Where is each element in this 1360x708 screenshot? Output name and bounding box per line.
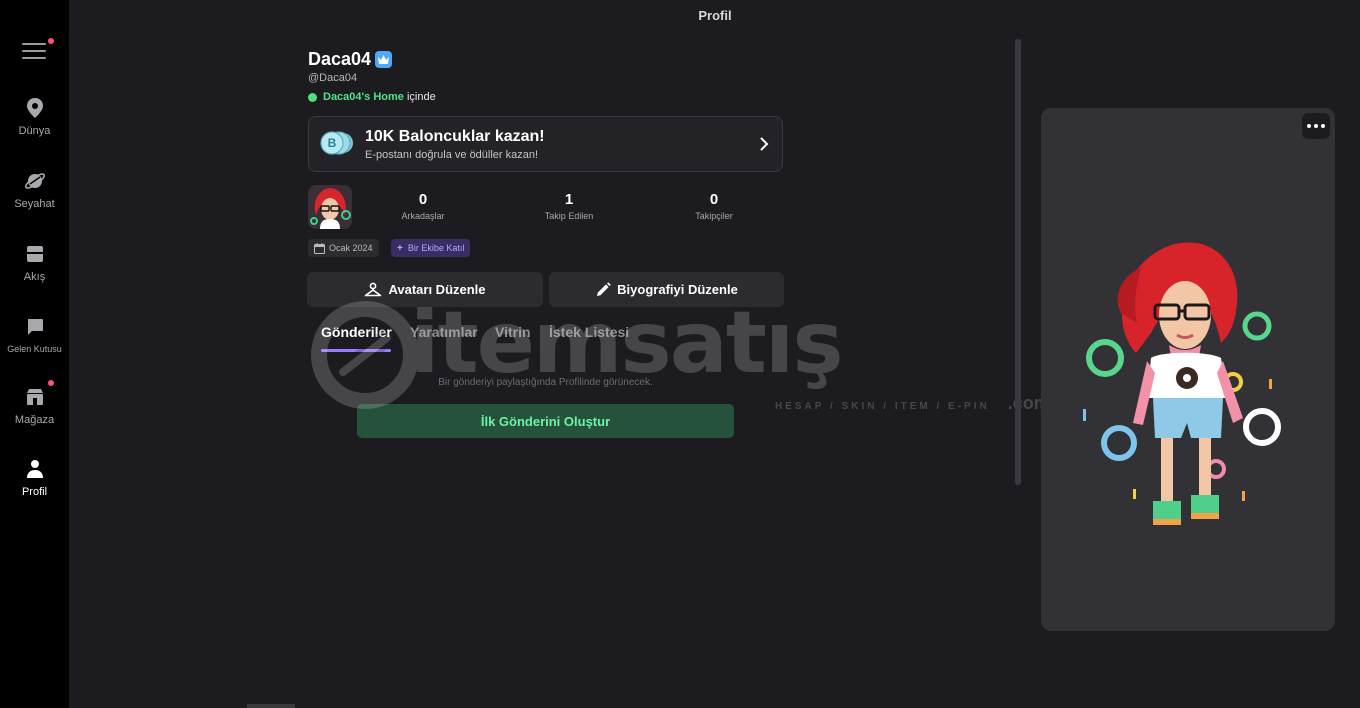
bottom-scroll-indicator [247,704,295,708]
chat-bubble-icon [24,316,46,338]
sidebar: Dünya Seyahat Akış Gelen Kutusu Mağaza P… [0,0,69,708]
sidebar-item-label: Akış [23,271,46,283]
tab-creations[interactable]: Yaratımlar [410,324,478,340]
hamburger-menu-button[interactable] [22,40,46,62]
stat-friends[interactable]: 0 Arkadaşlar [363,191,483,221]
avatar[interactable] [308,185,352,229]
join-date-chip: Ocak 2024 [308,239,379,257]
crown-badge-icon [375,51,393,68]
sidebar-item-feed[interactable]: Akış [0,243,69,299]
more-options-button[interactable] [1302,113,1330,139]
hamburger-icon [22,43,46,45]
watermark: itemsatış HESAP / SKIN / ITEM / E-PIN .co… [300,293,1060,415]
store-icon [24,386,46,408]
sidebar-item-world[interactable]: Dünya [0,97,69,153]
stat-value: 0 [709,191,719,208]
store-notification-dot [48,380,54,386]
edit-bio-label: Biyografiyi Düzenle [617,282,738,297]
pencil-icon [597,281,611,296]
sidebar-item-profile[interactable]: Profil [0,458,69,514]
join-team-chip[interactable]: + Bir Ekibe Katıl [391,239,471,257]
plus-icon: + [397,242,403,254]
edit-avatar-button[interactable]: Avatarı Düzenle [307,272,543,307]
profile-name: Daca04 [308,49,372,69]
stat-following[interactable]: 1 Takip Edilen [509,191,629,221]
tab-wishlist[interactable]: İstek Listesi [549,324,629,340]
create-first-post-button[interactable]: İlk Gönderini Oluştur [357,404,734,438]
profile-location: Daca04's Home içinde [308,91,436,103]
location-suffix: içinde [406,91,436,103]
watermark-subtext: HESAP / SKIN / ITEM / E-PIN .com [775,393,1050,413]
empty-posts-message: Bir gönderiyi paylaştığında Profilinde g… [438,377,653,388]
bubbles-promo-card[interactable]: B 10K Baloncuklar kazan! E-postanı doğru… [308,116,783,172]
avatar-figure [1083,242,1281,525]
edit-bio-button[interactable]: Biyografiyi Düzenle [549,272,784,307]
promo-subtitle: E-postanı doğrula ve ödüller kazan! [365,149,539,161]
scrollbar[interactable] [1015,39,1021,485]
stat-label: Takipçiler [695,211,733,221]
stat-value: 0 [418,191,428,208]
active-tab-indicator [321,349,391,352]
app-root: Dünya Seyahat Akış Gelen Kutusu Mağaza P… [0,0,1360,708]
bubble-coin-icon: B [319,129,355,159]
feed-icon [24,243,46,265]
planet-icon [24,170,46,192]
hanger-icon [365,282,382,296]
promo-title: 10K Baloncuklar kazan! [365,128,545,145]
sidebar-item-store[interactable]: Mağaza [0,386,69,442]
sidebar-item-label: Profil [21,486,48,498]
profile-handle: @Daca04 [308,72,358,84]
stat-value: 1 [564,191,574,208]
tab-posts[interactable]: Gönderiler [321,324,392,340]
stat-label: Arkadaşlar [401,211,445,221]
sidebar-item-label: Seyahat [14,198,55,210]
join-date-label: Ocak 2024 [329,243,373,253]
map-pin-icon [24,97,46,119]
profile-name-row: Daca04 [308,49,393,70]
avatar-preview-panel [1041,108,1335,631]
stat-label: Takip Edilen [544,211,594,221]
menu-notification-dot [48,38,54,44]
location-place-link[interactable]: Daca04's Home [323,91,404,103]
sidebar-item-label: Mağaza [14,414,55,426]
chevron-right-icon [760,137,769,151]
page-title: Profil [698,8,732,23]
sidebar-item-travel[interactable]: Seyahat [0,170,69,226]
watermark-logo-icon [311,301,419,409]
sidebar-item-label: Gelen Kutusu [7,344,62,354]
stat-followers[interactable]: 0 Takipçiler [654,191,774,221]
edit-avatar-label: Avatarı Düzenle [388,282,486,297]
calendar-icon [314,242,325,254]
coin-letter: B [327,136,337,150]
sidebar-item-label: Dünya [18,125,51,137]
online-status-icon [308,92,317,102]
person-icon [24,458,46,480]
tab-showcase[interactable]: Vitrin [495,324,531,340]
join-team-label: Bir Ekibe Katıl [407,243,465,253]
sidebar-item-inbox[interactable]: Gelen Kutusu [0,316,69,372]
more-dots-icon [1307,124,1311,128]
